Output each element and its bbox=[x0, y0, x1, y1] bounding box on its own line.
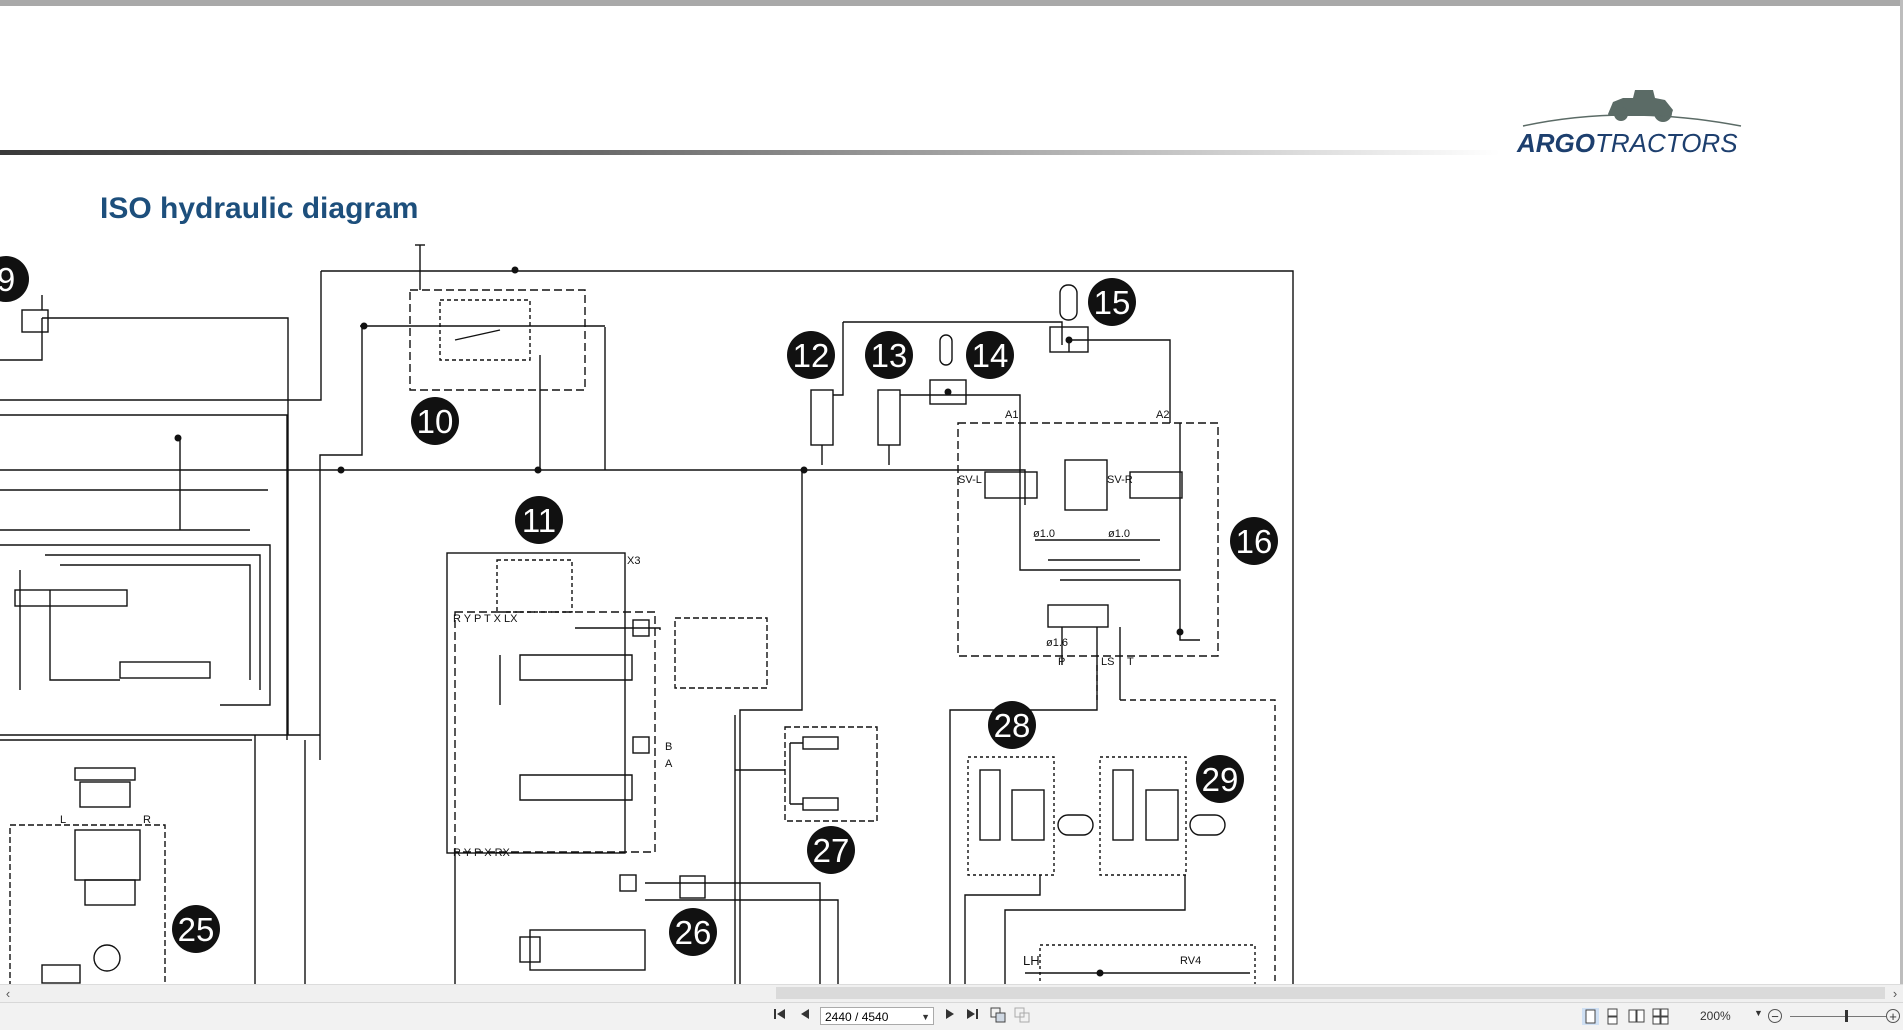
last-page-icon bbox=[967, 1009, 978, 1019]
label-l: L bbox=[60, 814, 66, 826]
scroll-left-icon[interactable]: ‹ bbox=[0, 985, 16, 1002]
scroll-right-icon[interactable]: › bbox=[1887, 985, 1903, 1002]
label-orifice-1: ø1.0 bbox=[1033, 528, 1055, 540]
next-page-icon bbox=[946, 1009, 954, 1019]
label-ls: LS bbox=[1101, 656, 1114, 668]
single-page-icon bbox=[1582, 1008, 1599, 1025]
badge-16: 16 bbox=[1230, 517, 1278, 565]
facing-pages-icon bbox=[1628, 1009, 1645, 1023]
svg-text:29: 29 bbox=[1202, 761, 1239, 798]
zoom-level[interactable]: 200% bbox=[1700, 1009, 1731, 1023]
prev-page-button[interactable] bbox=[795, 1007, 815, 1026]
svg-text:12: 12 bbox=[793, 337, 830, 374]
label-a2: A2 bbox=[1156, 409, 1169, 421]
continuous-page-icon bbox=[1607, 1008, 1618, 1025]
previous-view-icon bbox=[990, 1007, 1006, 1023]
badge-12: 12 bbox=[787, 331, 835, 379]
label-port-row-1: R Y P T X LX bbox=[453, 613, 518, 625]
label-p: P bbox=[1058, 656, 1065, 668]
next-view-icon bbox=[1014, 1007, 1030, 1023]
next-view-button[interactable] bbox=[1012, 1007, 1032, 1026]
label-port-row-2: R Y P X RX bbox=[453, 847, 511, 859]
scrollbar-thumb[interactable] bbox=[776, 987, 1885, 999]
svg-text:13: 13 bbox=[871, 337, 908, 374]
badge-25: 25 bbox=[172, 905, 220, 953]
last-page-button[interactable] bbox=[962, 1007, 982, 1026]
continuous-view-button[interactable] bbox=[1604, 1008, 1621, 1025]
label-sv-l: SV-L bbox=[958, 474, 982, 486]
single-page-view-button[interactable] bbox=[1582, 1008, 1599, 1025]
badge-11: 11 bbox=[515, 496, 563, 544]
label-sv-r: SV-R bbox=[1107, 474, 1133, 486]
prev-page-icon bbox=[801, 1009, 809, 1019]
svg-text:11: 11 bbox=[522, 502, 556, 539]
zoom-dropdown-icon[interactable]: ▼ bbox=[1754, 1008, 1763, 1018]
svg-text:25: 25 bbox=[178, 911, 215, 948]
badge-29: 29 bbox=[1196, 755, 1244, 803]
badge-27: 27 bbox=[807, 826, 855, 874]
label-a: A bbox=[665, 758, 673, 770]
iso-hydraulic-diagram: A1 A2 SV-L SV-R P LS T LH RV4 L R X3 A B… bbox=[0, 244, 1294, 984]
label-orifice-3: ø1.6 bbox=[1046, 637, 1068, 649]
label-r: R bbox=[143, 814, 151, 826]
page-indicator: 2440 / 4540 bbox=[825, 1010, 889, 1024]
label-orifice-2: ø1.0 bbox=[1108, 528, 1130, 540]
badge-26: 26 bbox=[669, 908, 717, 956]
previous-view-button[interactable] bbox=[988, 1007, 1008, 1026]
svg-text:10: 10 bbox=[417, 403, 454, 440]
label-x3: X3 bbox=[627, 555, 640, 567]
svg-text:9: 9 bbox=[0, 261, 15, 298]
svg-text:27: 27 bbox=[813, 832, 850, 869]
horizontal-scrollbar[interactable]: ‹ › bbox=[0, 984, 1903, 1002]
badge-28: 28 bbox=[988, 701, 1036, 749]
badge-10: 10 bbox=[411, 397, 459, 445]
zoom-slider-handle[interactable] bbox=[1845, 1010, 1848, 1022]
svg-text:26: 26 bbox=[675, 914, 712, 951]
badge-13: 13 bbox=[865, 331, 913, 379]
svg-text:14: 14 bbox=[972, 337, 1009, 374]
label-a1: A1 bbox=[1005, 409, 1018, 421]
zoom-in-icon[interactable]: + bbox=[1886, 1009, 1900, 1023]
viewer-toolbar: 2440 / 4540 ▼ 200% ▼ − + bbox=[0, 1002, 1903, 1030]
label-t: T bbox=[1127, 656, 1134, 668]
zoom-slider[interactable] bbox=[1790, 1016, 1886, 1017]
continuous-facing-view-button[interactable] bbox=[1652, 1008, 1669, 1025]
label-rv4: RV4 bbox=[1180, 955, 1201, 967]
svg-text:16: 16 bbox=[1236, 523, 1273, 560]
page-number-input[interactable]: 2440 / 4540 ▼ bbox=[820, 1007, 934, 1025]
facing-view-button[interactable] bbox=[1628, 1008, 1645, 1025]
first-page-button[interactable] bbox=[770, 1007, 790, 1026]
label-b: B bbox=[665, 741, 672, 753]
continuous-facing-icon bbox=[1652, 1008, 1669, 1025]
badge-9: 9 bbox=[0, 256, 29, 302]
zoom-out-icon[interactable]: − bbox=[1768, 1009, 1782, 1023]
svg-text:15: 15 bbox=[1094, 284, 1131, 321]
badge-14: 14 bbox=[966, 331, 1014, 379]
chevron-down-icon[interactable]: ▼ bbox=[921, 1008, 930, 1026]
svg-text:28: 28 bbox=[994, 707, 1031, 744]
next-page-button[interactable] bbox=[940, 1007, 960, 1026]
badge-15: 15 bbox=[1088, 278, 1136, 326]
first-page-icon bbox=[774, 1009, 785, 1019]
label-lh: LH bbox=[1023, 953, 1040, 968]
